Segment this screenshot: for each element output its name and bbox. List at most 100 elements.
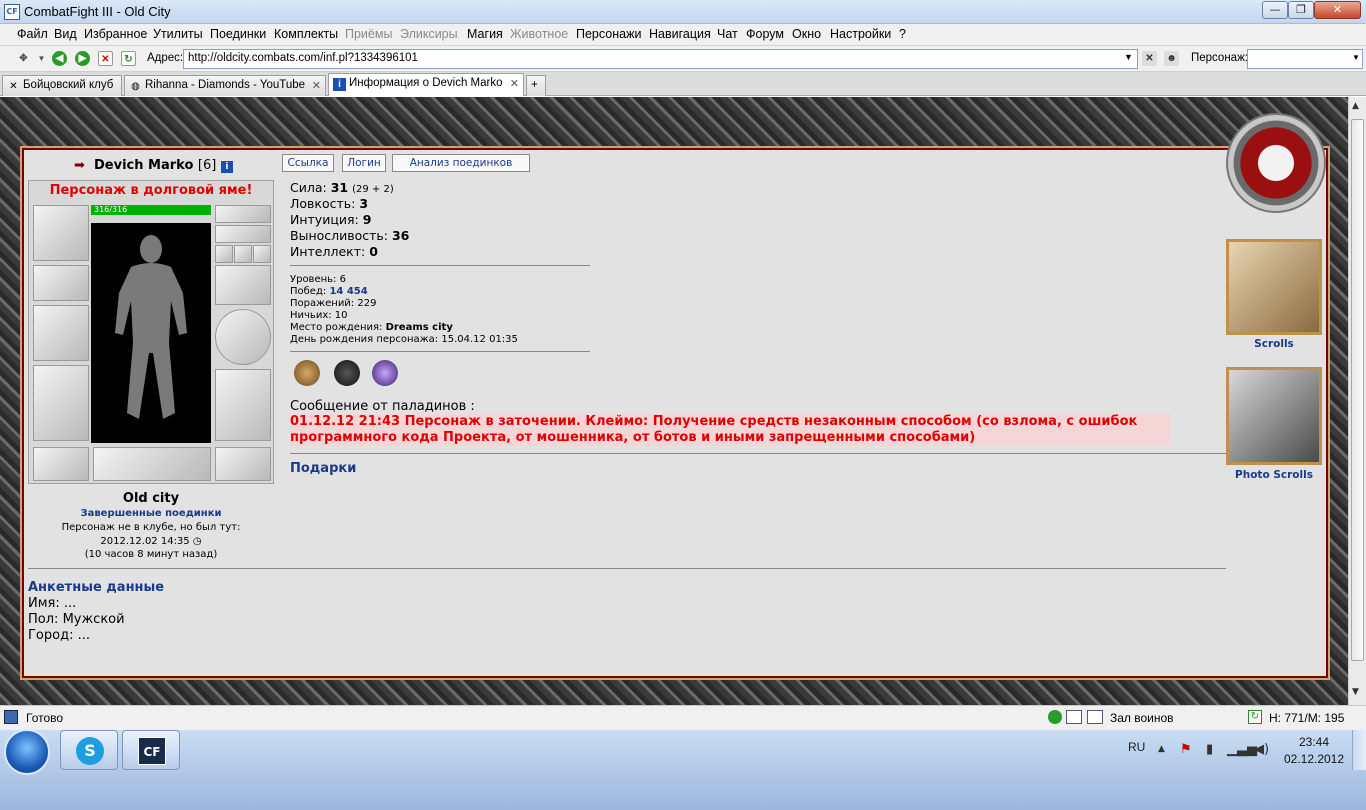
new-tab-button[interactable]: + <box>526 75 546 96</box>
menu-view[interactable]: Вид <box>54 27 77 41</box>
menu-favorites[interactable]: Избранное <box>84 27 147 41</box>
address-input[interactable]: http://oldcity.combats.com/inf.pl?133439… <box>183 49 1138 69</box>
scrollbar-thumb[interactable] <box>1351 119 1364 661</box>
menu-utilities[interactable]: Утилиты <box>153 27 203 41</box>
menu-techniques[interactable]: Приёмы <box>345 27 392 41</box>
earring-slot[interactable] <box>215 205 271 223</box>
menu-window[interactable]: Окно <box>792 27 821 41</box>
gloves-slot[interactable] <box>215 265 271 305</box>
ring-slot-2[interactable] <box>234 245 252 263</box>
armor-slot[interactable] <box>33 365 89 441</box>
info-label: Место рождения: <box>290 322 383 333</box>
stat-label: Выносливость: <box>290 228 388 243</box>
menu-kits[interactable]: Комплекты <box>274 27 338 41</box>
signal-icon[interactable]: ▁▃▅ <box>1227 742 1257 757</box>
tab-youtube[interactable]: ◍ Rihanna - Diamonds - YouTube ✕ <box>124 75 326 96</box>
menu-characters[interactable]: Персонажи <box>576 27 641 41</box>
clock-icon: ◷ <box>189 536 202 547</box>
stat-label: Сила: <box>290 180 327 195</box>
network-error-icon[interactable]: ⚑ <box>1180 742 1192 757</box>
refresh-icon[interactable]: ↻ <box>1248 710 1262 724</box>
login-button[interactable]: Логин <box>342 154 386 172</box>
belt-slot[interactable] <box>33 447 89 481</box>
amulet-slot[interactable] <box>215 225 271 243</box>
link-button[interactable]: Ссылка <box>282 154 334 172</box>
helmet-slot[interactable] <box>33 205 89 261</box>
gifts-link[interactable]: Подарки <box>290 461 356 476</box>
maximize-button[interactable]: ❐ <box>1288 1 1314 19</box>
info-value: 15.04.12 01:35 <box>441 334 518 345</box>
character-select[interactable] <box>1247 49 1363 69</box>
clock-icon[interactable] <box>1048 710 1062 724</box>
leggings-slot[interactable] <box>215 369 271 441</box>
close-button[interactable]: ✕ <box>1314 1 1361 19</box>
shield-slot[interactable] <box>215 309 271 365</box>
paladin-message: 01.12.12 21:43 Персонаж в заточении. Кле… <box>290 414 1170 446</box>
badge-compass-icon[interactable] <box>294 360 320 386</box>
tab-combats-club[interactable]: ✕ Бойцовский клуб <box>2 75 122 96</box>
tab-close-icon[interactable]: ✕ <box>312 79 321 92</box>
finished-battles-link[interactable]: Завершенные поединки <box>24 508 278 519</box>
menu-magic[interactable]: Магия <box>467 27 503 41</box>
stop-icon[interactable]: ✕ <box>98 51 113 66</box>
info-icon[interactable]: i <box>220 161 233 173</box>
volume-icon[interactable]: ◀) <box>1254 742 1269 757</box>
menu-battles[interactable]: Поединки <box>210 27 266 41</box>
character-silhouette <box>91 223 211 443</box>
camera-icon[interactable] <box>1226 367 1322 465</box>
menu-navigation[interactable]: Навигация <box>649 27 711 41</box>
skype-taskbar-button[interactable]: S <box>60 730 118 770</box>
info-label: Ничьих: <box>290 310 332 321</box>
language-indicator[interactable]: RU <box>1128 740 1145 754</box>
scroll-down-icon[interactable]: ▼ <box>1352 687 1359 697</box>
profile-gender: Пол: Мужской <box>28 612 125 627</box>
player-level: [6] <box>197 158 217 173</box>
info-value[interactable]: 14 454 <box>329 286 367 297</box>
dropdown-icon[interactable]: ▼ <box>34 51 49 66</box>
menu-forum[interactable]: Форум <box>746 27 784 41</box>
battle-analysis-button[interactable]: Анализ поединков <box>392 154 530 172</box>
address-dropdown-icon[interactable]: ▼ <box>1124 52 1133 62</box>
menu-settings[interactable]: Настройки <box>830 27 891 41</box>
ring-slot-3[interactable] <box>253 245 271 263</box>
ring-slot-1[interactable] <box>215 245 233 263</box>
minimize-button[interactable]: — <box>1262 1 1288 19</box>
bracers-slot[interactable] <box>33 265 89 301</box>
tab-close-icon[interactable]: ✕ <box>510 77 519 90</box>
menu-chat[interactable]: Чат <box>717 27 738 41</box>
clear-icon[interactable]: ✕ <box>1142 51 1157 66</box>
combatfight-taskbar-button[interactable]: CF <box>122 730 180 770</box>
scroll-up-icon[interactable]: ▲ <box>1352 101 1359 111</box>
badge-dark-knight-icon[interactable] <box>334 360 360 386</box>
menu-help[interactable]: ? <box>899 27 906 41</box>
tray-expand-icon[interactable]: ▲ <box>1158 744 1165 754</box>
vertical-scrollbar[interactable]: ▲ ▼ <box>1348 97 1366 705</box>
window-icon[interactable] <box>1087 710 1103 724</box>
weapon-slot[interactable] <box>33 305 89 361</box>
badge-magic-orb-icon[interactable] <box>372 360 398 386</box>
character-dropdown-icon[interactable]: ▼ <box>1352 53 1360 62</box>
menu-elixirs[interactable]: Эликсиры <box>400 27 458 41</box>
menu-file[interactable]: Файл <box>17 27 48 41</box>
move-icon[interactable]: ✥ <box>16 51 31 66</box>
boots-slot[interactable] <box>215 447 271 481</box>
fist-emblem-icon[interactable] <box>1226 113 1326 213</box>
clock-time[interactable]: 23:44 <box>1276 735 1352 749</box>
refresh-icon[interactable]: ↻ <box>121 51 136 66</box>
users-icon[interactable]: ☻ <box>1164 51 1179 66</box>
tab-player-info[interactable]: i Информация о Devich Marko ✕ <box>328 73 524 96</box>
menu-animal[interactable]: Животное <box>510 27 568 41</box>
back-icon[interactable]: ◀ <box>52 51 67 66</box>
list-icon[interactable] <box>1066 710 1082 724</box>
clock-date[interactable]: 02.12.2012 <box>1276 752 1352 766</box>
app-icon: CF <box>4 4 20 20</box>
equipment-panel: Персонаж в долговой яме! 316/316 <box>28 180 274 484</box>
battery-icon[interactable]: ▮ <box>1206 742 1213 757</box>
profile-title[interactable]: Анкетные данные <box>28 580 164 595</box>
start-button[interactable] <box>4 729 50 775</box>
scrolls-link[interactable]: Scrolls <box>1224 338 1324 350</box>
show-desktop-button[interactable] <box>1352 730 1366 770</box>
photo-scrolls-link[interactable]: Photo Scrolls <box>1224 469 1324 481</box>
scrolls-icon[interactable] <box>1226 239 1322 335</box>
forward-icon[interactable]: ▶ <box>75 51 90 66</box>
